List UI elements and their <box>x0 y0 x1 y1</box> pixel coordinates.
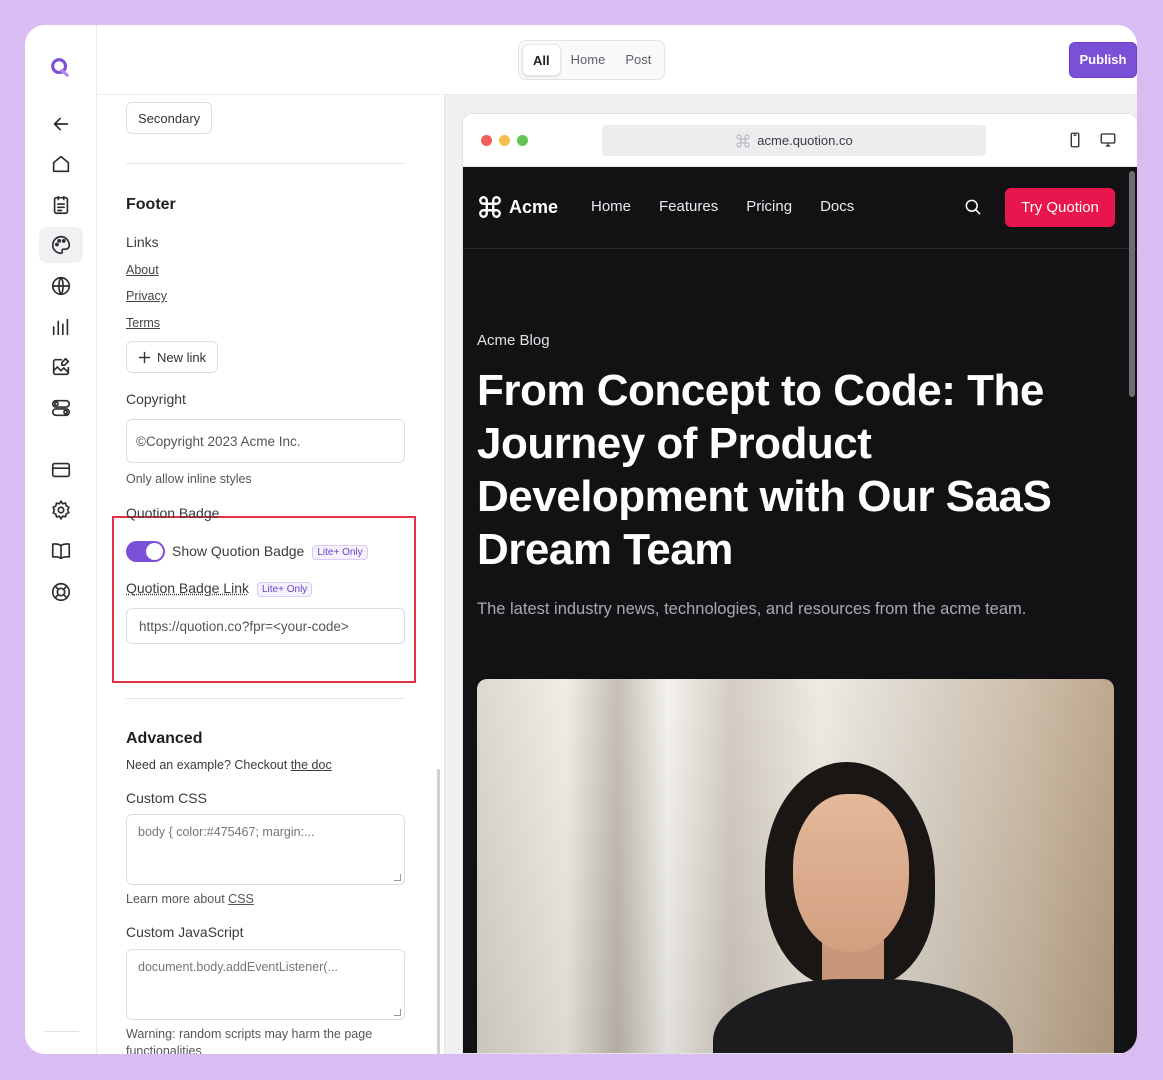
chart-bars-icon[interactable] <box>48 314 74 340</box>
site-brand[interactable]: Acme <box>477 194 558 220</box>
rail-divider <box>45 1031 79 1032</box>
settings-panel: Secondary Footer Links About Privacy Ter… <box>97 95 444 1054</box>
css-hint: Learn more about CSS <box>126 892 254 906</box>
advanced-heading: Advanced <box>126 730 203 747</box>
site-nav-home[interactable]: Home <box>591 198 631 215</box>
advanced-intro-text: Need an example? Checkout <box>126 758 288 772</box>
gear-icon[interactable] <box>48 497 74 523</box>
try-quotion-button[interactable]: Try Quotion <box>1005 188 1115 227</box>
brand-name: Acme <box>509 196 559 217</box>
css-link[interactable]: CSS <box>228 892 254 906</box>
new-link-label: New link <box>157 349 207 365</box>
hero-figure-face <box>793 794 909 952</box>
show-badge-row: Show Quotion Badge Lite+ Only <box>172 543 368 560</box>
url-text: acme.quotion.co <box>757 133 853 148</box>
copyright-hint: Only allow inline styles <box>126 472 252 486</box>
badge-link-row: Quotion Badge Link Lite+ Only <box>126 580 313 597</box>
custom-css-label: Custom CSS <box>126 790 207 806</box>
mobile-view-icon[interactable] <box>1066 131 1084 149</box>
show-badge-label: Show Quotion Badge <box>172 543 305 559</box>
desktop-view-icon[interactable] <box>1099 131 1117 149</box>
footer-heading: Footer <box>126 196 176 213</box>
site-nav-docs[interactable]: Docs <box>820 198 854 215</box>
plus-icon <box>138 351 151 363</box>
panel-scrollbar[interactable] <box>437 769 440 1054</box>
site-nav-pricing[interactable]: Pricing <box>746 198 792 215</box>
search-icon[interactable] <box>963 197 983 217</box>
palette-icon[interactable] <box>39 227 83 263</box>
page-scope-segmented-control: All Home Post <box>518 40 666 80</box>
badge-heading: Quotion Badge <box>126 505 220 521</box>
top-bar: All Home Post Publish <box>97 25 1137 95</box>
site-nav-links: Home Features Pricing Docs <box>591 198 854 215</box>
custom-js-textarea[interactable]: document.body.addEventListener(... <box>126 949 405 1020</box>
back-arrow-icon[interactable] <box>48 111 74 137</box>
divider <box>126 698 405 699</box>
show-badge-toggle[interactable] <box>126 541 165 562</box>
badge-link-placeholder: https://quotion.co?fpr=<your-code> <box>139 618 349 634</box>
book-icon[interactable] <box>48 538 74 564</box>
links-label: Links <box>126 234 159 250</box>
hero-image <box>477 679 1114 1053</box>
lifebuoy-icon[interactable] <box>48 579 74 605</box>
footer-link-privacy[interactable]: Privacy <box>126 289 167 303</box>
site-scrollbar[interactable] <box>1129 171 1135 397</box>
browser-frame: acme.quotion.co Acme Home Features Prici… <box>462 113 1137 1054</box>
publish-button[interactable]: Publish <box>1069 42 1137 78</box>
blog-subtitle: The latest industry news, technologies, … <box>477 600 1027 618</box>
footer-link-terms[interactable]: Terms <box>126 316 160 330</box>
preview-area: acme.quotion.co Acme Home Features Prici… <box>444 95 1137 1054</box>
command-icon <box>736 133 750 148</box>
badge-link-input[interactable]: https://quotion.co?fpr=<your-code> <box>126 608 405 644</box>
secondary-button[interactable]: Secondary <box>126 102 213 134</box>
blog-headline: From Concept to Code: The Journey of Pro… <box>477 366 1052 574</box>
minimize-dot <box>499 135 510 146</box>
close-dot <box>481 135 492 146</box>
url-bar[interactable]: acme.quotion.co <box>602 125 986 156</box>
tab-home[interactable]: Home <box>561 44 616 76</box>
custom-js-label: Custom JavaScript <box>126 924 244 940</box>
browser-chrome: acme.quotion.co <box>463 114 1137 167</box>
copyright-value: ©Copyright 2023 Acme Inc. <box>136 433 301 449</box>
document-icon[interactable] <box>48 192 74 218</box>
lite-only-badge: Lite+ Only <box>256 581 313 597</box>
divider <box>126 163 405 164</box>
site-nav-features[interactable]: Features <box>659 198 718 215</box>
globe-icon[interactable] <box>48 273 74 299</box>
lite-only-badge: Lite+ Only <box>312 544 368 560</box>
js-warning: Warning: random scripts may harm the pag… <box>126 1027 373 1054</box>
tab-all[interactable]: All <box>522 44 561 76</box>
copyright-label: Copyright <box>126 391 186 407</box>
credit-card-icon[interactable] <box>48 457 74 483</box>
site-preview: Acme Home Features Pricing Docs Try Quot… <box>463 167 1137 1053</box>
custom-css-textarea[interactable]: body { color:#475467; margin:... <box>126 814 405 885</box>
advanced-intro: Need an example? Checkout the doc <box>126 758 332 772</box>
footer-link-about[interactable]: About <box>126 263 159 277</box>
new-link-button[interactable]: New link <box>126 341 219 373</box>
badge-link-label: Quotion Badge Link <box>126 580 249 596</box>
tab-post[interactable]: Post <box>615 44 661 76</box>
logo-icon[interactable] <box>49 56 73 80</box>
image-edit-icon[interactable] <box>48 354 74 380</box>
command-icon <box>479 196 501 218</box>
app-window: All Home Post Publish Secondary Footer L… <box>25 25 1137 1054</box>
blog-eyebrow: Acme Blog <box>477 332 550 349</box>
site-nav: Acme Home Features Pricing Docs Try Quot… <box>463 167 1137 249</box>
copyright-input[interactable]: ©Copyright 2023 Acme Inc. <box>126 419 405 463</box>
css-hint-text: Learn more about <box>126 892 225 906</box>
toggles-icon[interactable] <box>48 395 74 421</box>
maximize-dot <box>517 135 528 146</box>
doc-link[interactable]: the doc <box>291 758 332 772</box>
icon-rail <box>25 25 97 1054</box>
home-icon[interactable] <box>48 151 74 177</box>
